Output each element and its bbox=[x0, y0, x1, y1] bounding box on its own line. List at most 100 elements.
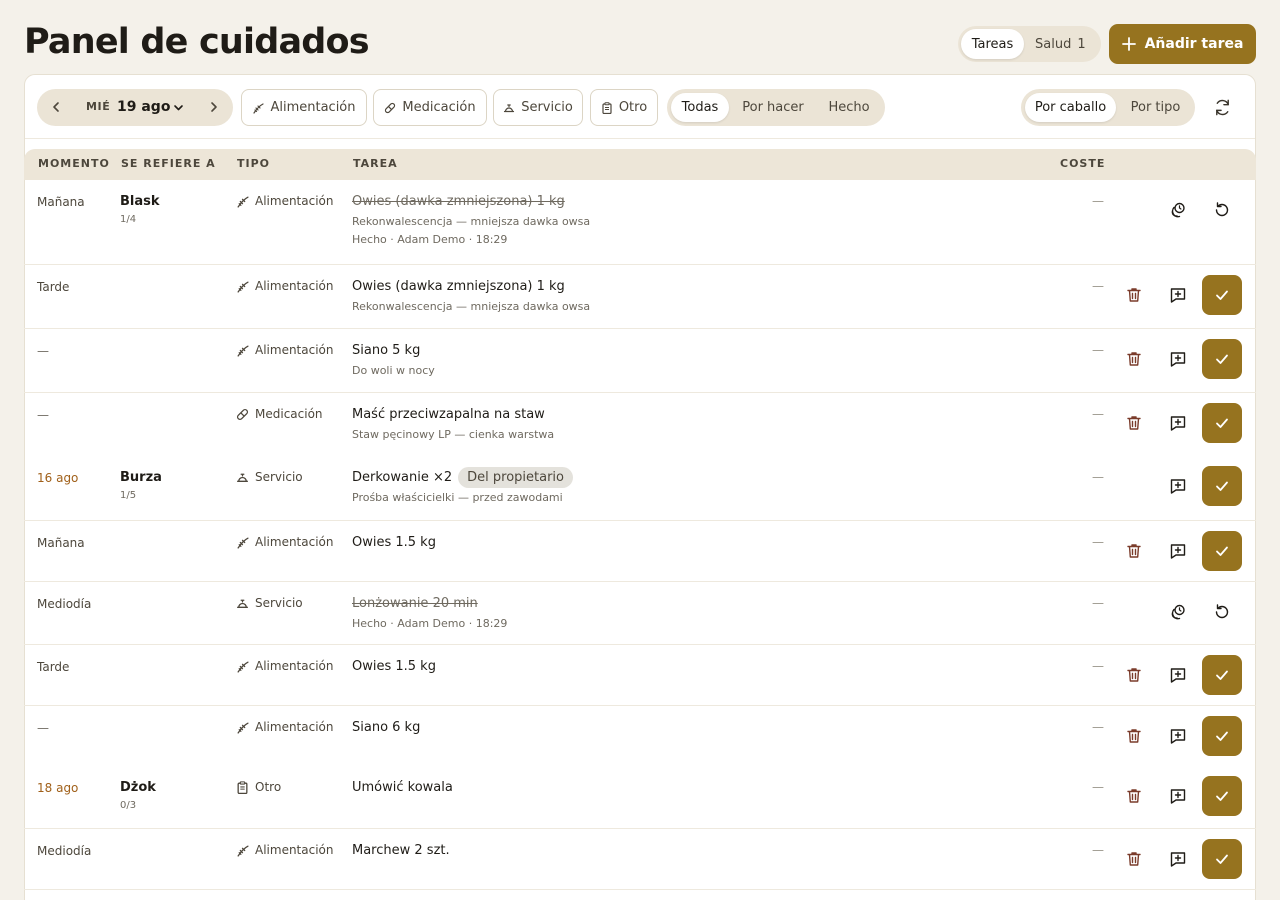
delete-button[interactable] bbox=[1123, 725, 1145, 747]
mark-done-button[interactable] bbox=[1202, 531, 1242, 571]
group-by-type[interactable]: Por tipo bbox=[1120, 93, 1191, 122]
mark-done-button[interactable] bbox=[1202, 776, 1242, 816]
task-cost: — bbox=[1092, 279, 1104, 293]
task-name[interactable]: Siano 5 kg bbox=[352, 342, 435, 359]
task-type-label: Servicio bbox=[255, 596, 303, 610]
add-note-button[interactable] bbox=[1167, 848, 1189, 870]
filter-chip-label: Otro bbox=[618, 100, 648, 115]
add-note-button[interactable] bbox=[1167, 475, 1189, 497]
chevron-down-icon[interactable] bbox=[173, 102, 184, 113]
clipboard-icon bbox=[602, 101, 612, 114]
task-name[interactable]: Owies (dawka zmniejszona) 1 kg bbox=[352, 193, 590, 210]
mark-done-button[interactable] bbox=[1202, 839, 1242, 879]
undo-button[interactable] bbox=[1211, 601, 1233, 623]
date-picker[interactable]: 19 ago bbox=[117, 99, 170, 115]
task-type: Alimentación bbox=[236, 659, 334, 673]
task-name[interactable]: Marchew 2 szt. bbox=[352, 842, 450, 859]
add-note-button[interactable] bbox=[1167, 664, 1189, 686]
task-name-text: Siano 6 kg bbox=[352, 720, 421, 735]
add-note-button[interactable] bbox=[1167, 785, 1189, 807]
task-type: Alimentación bbox=[236, 279, 334, 293]
add-note-button[interactable] bbox=[1167, 284, 1189, 306]
task-name[interactable]: Siano 6 kg bbox=[352, 719, 420, 736]
filter-chip-feeding[interactable]: Alimentación bbox=[241, 89, 367, 126]
view-toggle: Tareas Salud 1 bbox=[958, 26, 1101, 62]
task-type: Alimentación bbox=[236, 194, 334, 208]
task-completed-meta: Hecho · Adam Demo · 18:29 bbox=[352, 233, 508, 246]
feed-icon bbox=[237, 722, 249, 734]
add-note-button[interactable] bbox=[1167, 725, 1189, 747]
delete-button[interactable] bbox=[1123, 540, 1145, 562]
task-cell: Derkowanie ×2 Del propietario Prośba właśc… bbox=[352, 467, 573, 504]
task-type-label: Alimentación bbox=[255, 194, 334, 208]
task-type: Otro bbox=[236, 780, 281, 794]
column-header-task[interactable]: TAREA bbox=[353, 157, 398, 170]
horse-name[interactable]: Burza 1/5 bbox=[120, 470, 162, 501]
filter-chip-medication[interactable]: Medicación bbox=[373, 89, 487, 126]
table-header: MOMENTO SE REFIERE A TIPO TAREA COSTE bbox=[24, 149, 1256, 180]
chevron-right-icon[interactable] bbox=[207, 100, 221, 114]
add-task-label: Añadir tarea bbox=[1144, 36, 1244, 52]
mark-done-button[interactable] bbox=[1202, 716, 1242, 756]
add-note-button[interactable] bbox=[1167, 348, 1189, 370]
feed-icon bbox=[253, 102, 265, 114]
table-row: 16 ago Burza 1/5 Servicio Derkowanie ×2 Del p… bbox=[24, 456, 1256, 521]
delete-button[interactable] bbox=[1123, 664, 1145, 686]
task-name[interactable]: Derkowanie ×2 Del propietario bbox=[352, 467, 573, 488]
task-name[interactable]: Owies 1.5 kg bbox=[352, 534, 436, 551]
task-name[interactable]: Lonżowanie 20 min bbox=[352, 595, 507, 612]
task-type-label: Alimentación bbox=[255, 843, 334, 857]
mark-done-button[interactable] bbox=[1202, 403, 1242, 443]
task-name[interactable]: Owies 1.5 kg bbox=[352, 658, 436, 675]
horse-name[interactable]: Dżok 0/3 bbox=[120, 780, 156, 811]
tab-health[interactable]: Salud 1 bbox=[1024, 29, 1086, 59]
delete-button[interactable] bbox=[1123, 284, 1145, 306]
task-name[interactable]: Maść przeciwzapalna na staw bbox=[352, 406, 554, 423]
add-note-icon bbox=[1170, 729, 1186, 744]
check-icon bbox=[1216, 791, 1228, 801]
column-header-refers[interactable]: SE REFIERE A bbox=[121, 157, 216, 170]
horse-label: Blask bbox=[120, 194, 160, 209]
add-note-button[interactable] bbox=[1167, 540, 1189, 562]
group-by-horse[interactable]: Por caballo bbox=[1025, 93, 1116, 122]
add-note-icon bbox=[1170, 668, 1186, 683]
add-note-button[interactable] bbox=[1167, 412, 1189, 434]
task-cell: Umówić kowala bbox=[352, 779, 453, 796]
task-name[interactable]: Umówić kowala bbox=[352, 779, 453, 796]
table-row: Mediodía Servicio Lonżowanie 20 min Hecho ·… bbox=[24, 582, 1256, 645]
filter-chip-other[interactable]: Otro bbox=[590, 89, 658, 126]
undo-button[interactable] bbox=[1211, 199, 1233, 221]
filter-chip-service[interactable]: Servicio bbox=[493, 89, 583, 126]
column-header-cost[interactable]: COSTE bbox=[1060, 157, 1105, 170]
task-name-text: Maść przeciwzapalna na staw bbox=[352, 407, 545, 422]
delete-button[interactable] bbox=[1123, 348, 1145, 370]
status-all[interactable]: Todas bbox=[671, 93, 729, 122]
task-type: Servicio bbox=[236, 596, 303, 610]
mark-done-button[interactable] bbox=[1202, 655, 1242, 695]
task-type-label: Servicio bbox=[255, 470, 303, 484]
delete-button[interactable] bbox=[1123, 785, 1145, 807]
trash-icon bbox=[1127, 416, 1141, 430]
column-header-when[interactable]: MOMENTO bbox=[38, 157, 110, 170]
mark-done-button[interactable] bbox=[1202, 466, 1242, 506]
status-todo[interactable]: Por hacer bbox=[733, 93, 813, 122]
trash-icon bbox=[1127, 729, 1141, 743]
mark-done-button[interactable] bbox=[1202, 275, 1242, 315]
chevron-left-icon[interactable] bbox=[49, 100, 63, 114]
status-done[interactable]: Hecho bbox=[817, 93, 881, 122]
history-button[interactable] bbox=[1167, 199, 1189, 221]
column-header-type[interactable]: TIPO bbox=[237, 157, 270, 170]
history-button[interactable] bbox=[1167, 601, 1189, 623]
task-type: Alimentación bbox=[236, 343, 334, 357]
task-name[interactable]: Owies (dawka zmniejszona) 1 kg bbox=[352, 278, 590, 295]
delete-button[interactable] bbox=[1123, 412, 1145, 434]
add-task-button[interactable]: Añadir tarea bbox=[1109, 24, 1256, 64]
task-cost: — bbox=[1092, 535, 1104, 549]
owner-badge: Del propietario bbox=[458, 467, 573, 488]
refresh-icon[interactable] bbox=[1213, 98, 1232, 117]
horse-name[interactable]: Blask 1/4 bbox=[120, 194, 160, 225]
horse-task-count: 1/5 bbox=[120, 490, 137, 501]
tab-tasks[interactable]: Tareas bbox=[961, 29, 1024, 59]
mark-done-button[interactable] bbox=[1202, 339, 1242, 379]
delete-button[interactable] bbox=[1123, 848, 1145, 870]
